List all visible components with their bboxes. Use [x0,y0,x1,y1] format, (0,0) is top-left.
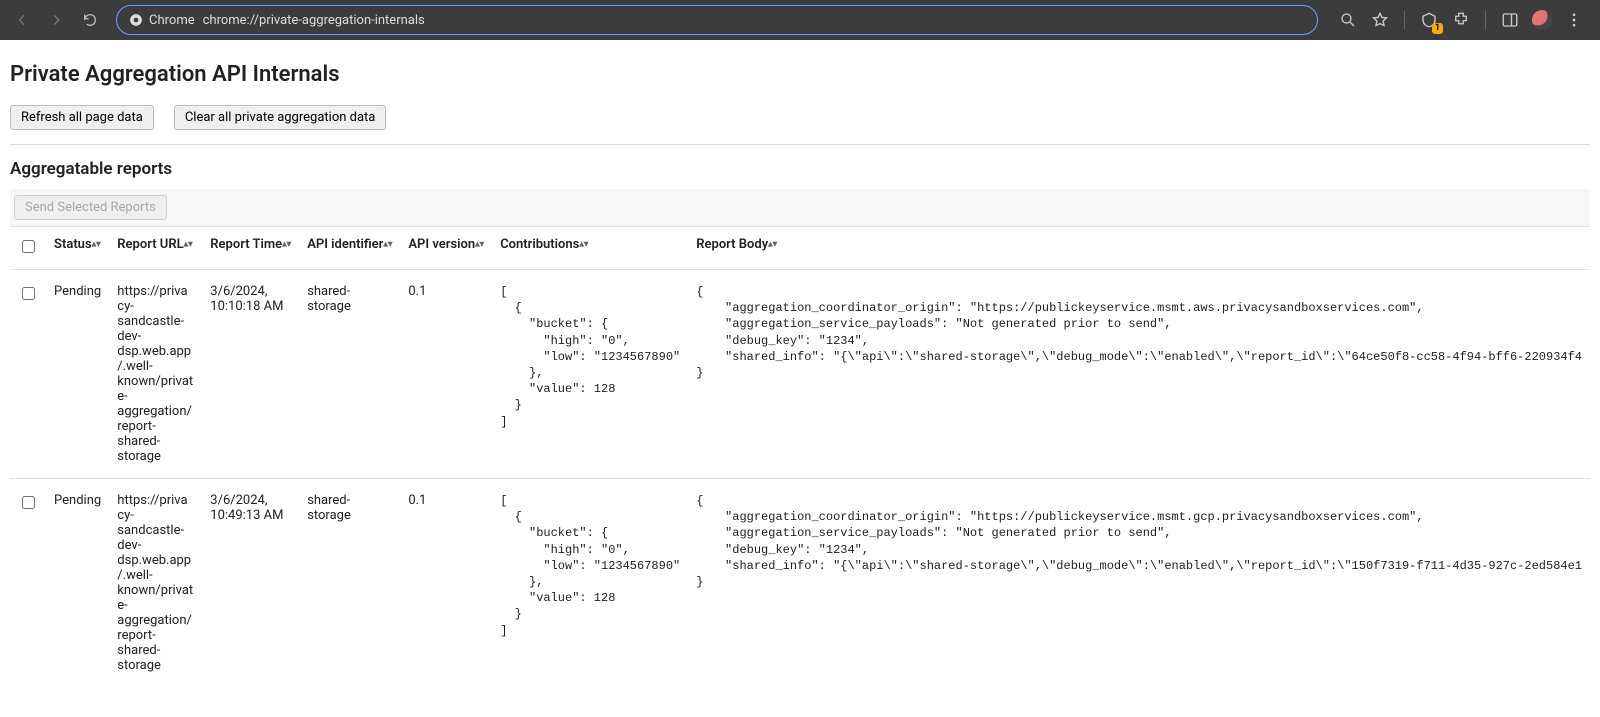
extension-badge-icon[interactable]: 1 [1417,8,1441,32]
header-url[interactable]: Report URL▴▾ [109,227,202,270]
zoom-icon[interactable] [1336,8,1360,32]
cell-time: 3/6/2024, 10:10:18 AM [202,270,299,479]
sort-icon: ▴▾ [282,240,291,250]
row-select-cell[interactable] [10,270,46,479]
header-body[interactable]: Report Body▴▾ [688,227,1590,270]
site-identity-label: Chrome [149,13,195,28]
profile-avatar[interactable] [1530,8,1554,32]
select-all-checkbox[interactable] [22,240,35,253]
clear-button[interactable]: Clear all private aggregation data [174,105,387,130]
cell-url: https://privacy-sandcastle-dev-dsp.web.a… [109,479,202,688]
send-selected-button[interactable]: Send Selected Reports [14,195,167,220]
browser-toolbar: Chrome chrome://private-aggregation-inte… [0,0,1600,40]
cell-contributions: [ { "bucket": { "high": "0", "low": "123… [492,270,688,479]
table-row: Pendinghttps://privacy-sandcastle-dev-ds… [10,270,1590,479]
header-version[interactable]: API version▴▾ [400,227,492,270]
chrome-menu-icon[interactable] [1562,8,1586,32]
cell-body: { "aggregation_coordinator_origin": "htt… [688,270,1590,479]
cell-url: https://privacy-sandcastle-dev-dsp.web.a… [109,270,202,479]
cell-api: shared-storage [299,270,400,479]
cell-status: Pending [46,479,109,688]
extensions-icon[interactable] [1449,8,1473,32]
side-panel-icon[interactable] [1498,8,1522,32]
table-header-row: Status▴▾ Report URL▴▾ Report Time▴▾ API … [10,227,1590,270]
refresh-button[interactable]: Refresh all page data [10,105,154,130]
header-time[interactable]: Report Time▴▾ [202,227,299,270]
row-select-cell[interactable] [10,479,46,688]
reload-button[interactable] [76,6,104,34]
url-text: chrome://private-aggregation-internals [203,13,425,28]
sort-icon: ▴▾ [768,240,777,250]
page-root: Private Aggregation API Internals Refres… [0,40,1600,717]
action-row: Refresh all page data Clear all private … [10,105,1590,130]
address-bar[interactable]: Chrome chrome://private-aggregation-inte… [116,5,1318,35]
reports-table: Status▴▾ Report URL▴▾ Report Time▴▾ API … [10,226,1590,687]
sort-icon: ▴▾ [383,240,392,250]
cell-body: { "aggregation_coordinator_origin": "htt… [688,479,1590,688]
cell-status: Pending [46,270,109,479]
toolbar-separator [1485,11,1486,29]
bookmark-star-icon[interactable] [1368,8,1392,32]
divider [10,144,1590,145]
reports-table-wrap: Send Selected Reports Status▴▾ Report UR… [10,189,1590,687]
site-identity: Chrome [129,13,195,28]
row-checkbox[interactable] [22,496,35,509]
row-checkbox[interactable] [22,287,35,300]
sort-icon: ▴▾ [184,240,193,250]
toolbar-icons: 1 [1330,8,1592,32]
sort-icon: ▴▾ [475,240,484,250]
table-row: Pendinghttps://privacy-sandcastle-dev-ds… [10,479,1590,688]
back-button[interactable] [8,6,36,34]
page-title: Private Aggregation API Internals [10,62,1590,87]
cell-api: shared-storage [299,479,400,688]
extension-badge-count: 1 [1432,23,1443,34]
cell-time: 3/6/2024, 10:49:13 AM [202,479,299,688]
forward-button[interactable] [42,6,70,34]
sort-icon: ▴▾ [579,240,588,250]
cell-version: 0.1 [400,479,492,688]
header-select-all[interactable] [10,227,46,270]
section-title: Aggregatable reports [10,159,1590,179]
sort-icon: ▴▾ [92,240,101,250]
toolbar-separator [1404,11,1405,29]
header-status[interactable]: Status▴▾ [46,227,109,270]
cell-contributions: [ { "bucket": { "high": "0", "low": "123… [492,479,688,688]
header-contributions[interactable]: Contributions▴▾ [492,227,688,270]
header-api[interactable]: API identifier▴▾ [299,227,400,270]
cell-version: 0.1 [400,270,492,479]
